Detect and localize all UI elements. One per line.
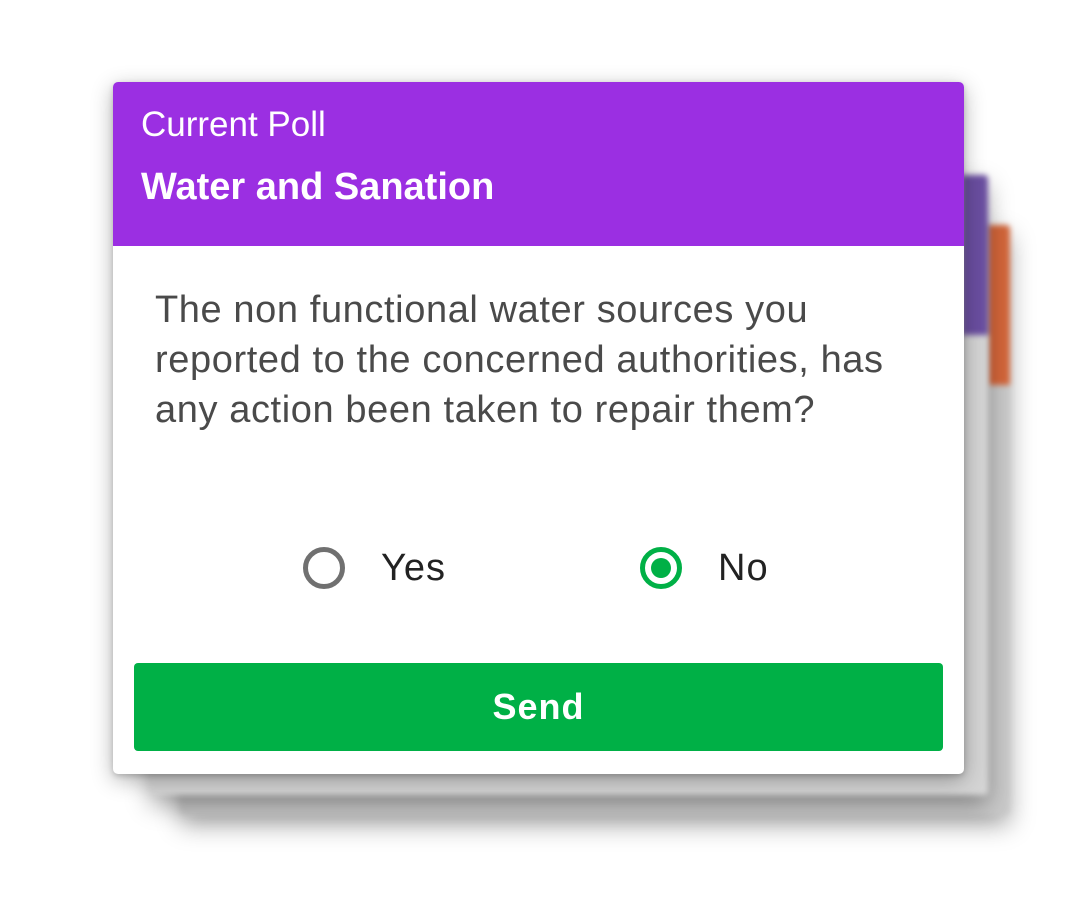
poll-header: Current Poll Water and Sanation — [113, 82, 964, 246]
option-yes-label: Yes — [381, 546, 446, 589]
radio-unchecked-icon[interactable] — [303, 547, 345, 589]
poll-question: The non functional water sources you rep… — [155, 289, 884, 431]
stacked-card-middle-accent — [962, 175, 988, 335]
send-button[interactable]: Send — [134, 663, 943, 751]
radio-checked-icon[interactable] — [640, 547, 682, 589]
poll-stage: Current Poll Water and Sanation The non … — [0, 0, 1083, 900]
stacked-card-back-accent — [988, 225, 1010, 385]
poll-options: Yes No — [113, 542, 964, 594]
option-no[interactable]: No — [640, 542, 769, 594]
poll-title: Water and Sanation — [141, 166, 495, 208]
option-yes[interactable]: Yes — [303, 542, 446, 594]
poll-card: Current Poll Water and Sanation The non … — [113, 82, 964, 774]
poll-subtitle: Current Poll — [141, 105, 326, 144]
option-no-label: No — [718, 546, 769, 589]
